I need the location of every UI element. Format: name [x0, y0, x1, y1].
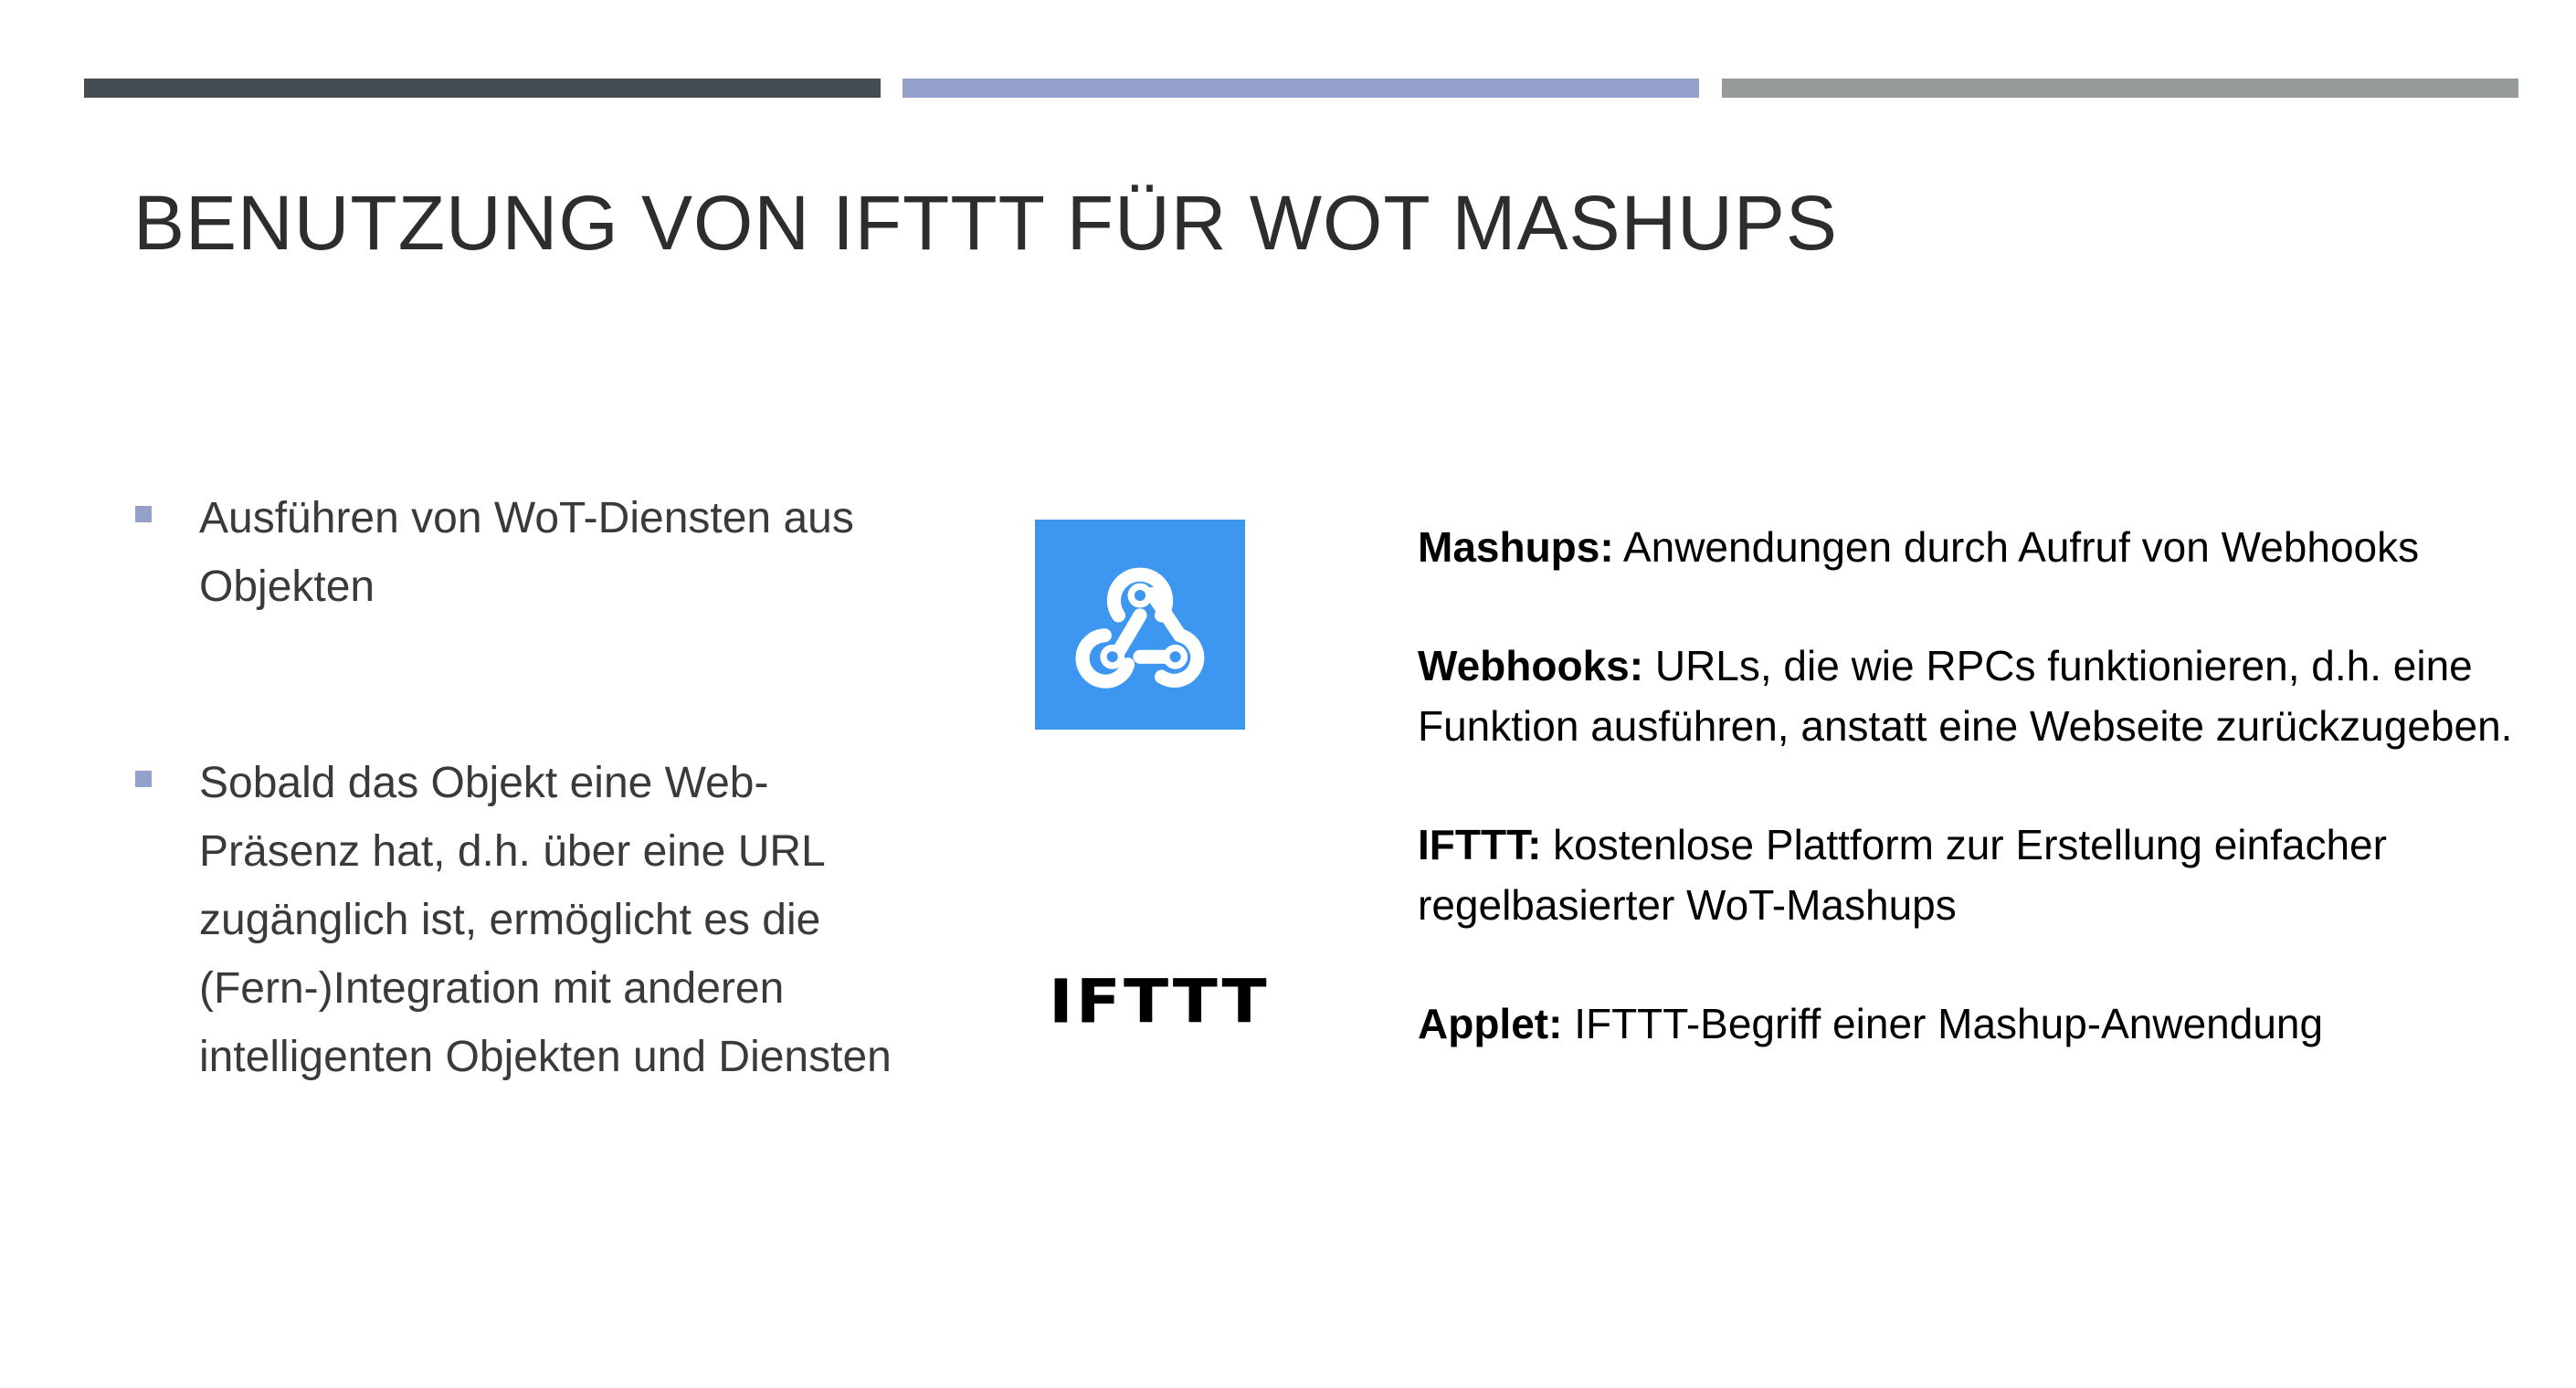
definition-applet: Applet: IFTTT-Begriff einer Mashup-Anwen… [1418, 994, 2560, 1054]
bullet-text: Sobald das Objekt eine Web-Präsenz hat, … [199, 759, 892, 1081]
bullet-list: Ausführen von WoT-Diensten aus Objekten … [133, 484, 919, 1091]
definition-term: Webhooks: [1418, 642, 1644, 689]
definitions-list: Mashups: Anwendungen durch Aufruf von We… [1418, 517, 2560, 1054]
webhook-icon [1075, 567, 1205, 689]
definition-mashups: Mashups: Anwendungen durch Aufruf von We… [1418, 517, 2560, 577]
bullet-marker-icon [135, 506, 152, 522]
slide-title: BENUTZUNG VON IFTTT FÜR WOT MASHUPS [133, 180, 1838, 266]
definition-term: Mashups: [1418, 523, 1614, 571]
bullet-text: Ausführen von WoT-Diensten aus Objekten [199, 494, 854, 611]
ifttt-logo: IFTTT [1049, 966, 1270, 1037]
accent-bar-blue [903, 79, 1699, 98]
accent-bar-gray [1722, 79, 2518, 98]
definition-term: IFTTT: [1418, 821, 1542, 868]
definition-text: IFTTT-Begriff einer Mashup-Anwendung [1562, 1000, 2324, 1047]
definition-ifttt: IFTTT: kostenlose Plattform zur Erstellu… [1418, 815, 2560, 935]
bullet-item: Sobald das Objekt eine Web-Präsenz hat, … [133, 749, 919, 1091]
definition-webhooks: Webhooks: URLs, die wie RPCs funktionier… [1418, 636, 2560, 756]
bullet-item: Ausführen von WoT-Diensten aus Objekten [133, 484, 919, 621]
definition-text: kostenlose Plattform zur Erstellung einf… [1418, 821, 2387, 929]
webhook-logo [1035, 520, 1245, 730]
definition-text: Anwendungen durch Aufruf von Webhooks [1613, 523, 2420, 571]
slide: BENUTZUNG VON IFTTT FÜR WOT MASHUPS Ausf… [0, 0, 2576, 1388]
definition-term: Applet: [1418, 1000, 1563, 1047]
bullet-marker-icon [135, 771, 152, 787]
accent-bar-dark [84, 79, 881, 98]
